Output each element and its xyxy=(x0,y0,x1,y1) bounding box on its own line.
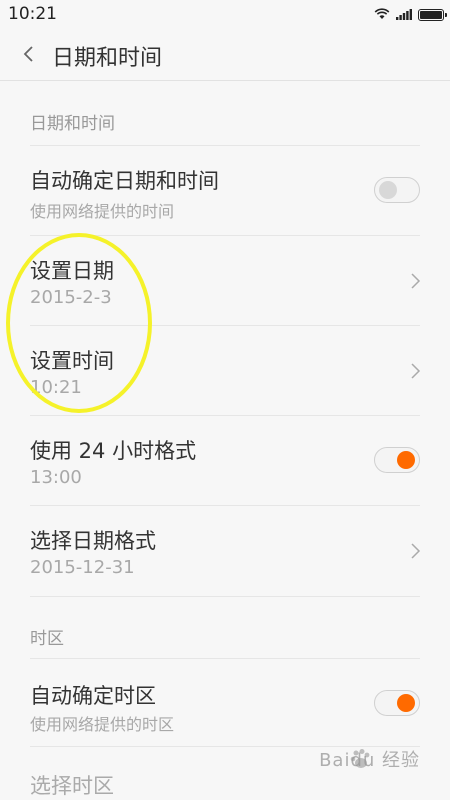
app-header: 日期和时间 xyxy=(0,28,450,81)
row-auto-datetime[interactable]: 自动确定日期和时间 使用网络提供的时间 xyxy=(0,145,450,235)
status-bar: 10:21 xyxy=(0,0,450,28)
divider xyxy=(30,235,420,236)
row-set-date[interactable]: 设置日期 2015-2-3 xyxy=(0,235,450,325)
row-set-time-value: 10:21 xyxy=(30,377,82,398)
use-24h-toggle[interactable] xyxy=(374,447,420,473)
row-use-24h-title: 使用 24 小时格式 xyxy=(30,439,197,463)
row-set-time[interactable]: 设置时间 10:21 xyxy=(0,325,450,415)
battery-icon xyxy=(418,8,447,21)
row-select-timezone-title: 选择时区 xyxy=(30,774,114,798)
row-use-24h-example: 13:00 xyxy=(30,467,82,488)
row-set-date-value: 2015-2-3 xyxy=(30,287,112,308)
toggle-knob xyxy=(397,694,415,712)
row-date-format-title: 选择日期格式 xyxy=(30,529,156,553)
divider xyxy=(30,145,420,146)
chevron-right-icon xyxy=(411,273,421,289)
row-date-format[interactable]: 选择日期格式 2015-12-31 xyxy=(0,505,450,596)
divider xyxy=(30,325,420,326)
row-date-format-value: 2015-12-31 xyxy=(30,557,135,578)
watermark: Baidu 经验 xyxy=(319,750,420,771)
settings-list[interactable]: 日期和时间 自动确定日期和时间 使用网络提供的时间 设置日期 2015-2-3 … xyxy=(0,81,450,800)
status-icons xyxy=(374,5,447,24)
status-time: 10:21 xyxy=(8,4,57,24)
divider xyxy=(30,505,420,506)
row-auto-timezone-subtitle: 使用网络提供的时区 xyxy=(30,715,175,734)
auto-datetime-toggle[interactable] xyxy=(374,177,420,203)
chevron-left-icon xyxy=(23,46,33,62)
row-set-time-title: 设置时间 xyxy=(30,349,114,373)
chevron-right-icon xyxy=(411,363,421,379)
divider xyxy=(30,658,420,659)
signal-icon xyxy=(396,5,412,24)
row-auto-timezone[interactable]: 自动确定时区 使用网络提供的时区 xyxy=(0,658,450,746)
row-use-24h[interactable]: 使用 24 小时格式 13:00 xyxy=(0,415,450,505)
chevron-right-icon xyxy=(411,543,421,559)
row-auto-timezone-title: 自动确定时区 xyxy=(30,684,156,708)
back-button[interactable] xyxy=(14,40,42,68)
section-header-date-time: 日期和时间 xyxy=(30,114,115,134)
row-auto-datetime-title: 自动确定日期和时间 xyxy=(30,169,219,193)
page-title: 日期和时间 xyxy=(52,46,163,71)
divider xyxy=(30,415,420,416)
divider xyxy=(30,596,420,597)
auto-timezone-toggle[interactable] xyxy=(374,690,420,716)
row-auto-datetime-subtitle: 使用网络提供的时间 xyxy=(30,202,175,221)
row-set-date-title: 设置日期 xyxy=(30,259,114,283)
toggle-knob xyxy=(379,181,397,199)
wifi-icon xyxy=(374,5,390,24)
section-header-timezone: 时区 xyxy=(30,629,64,649)
toggle-knob xyxy=(397,451,415,469)
